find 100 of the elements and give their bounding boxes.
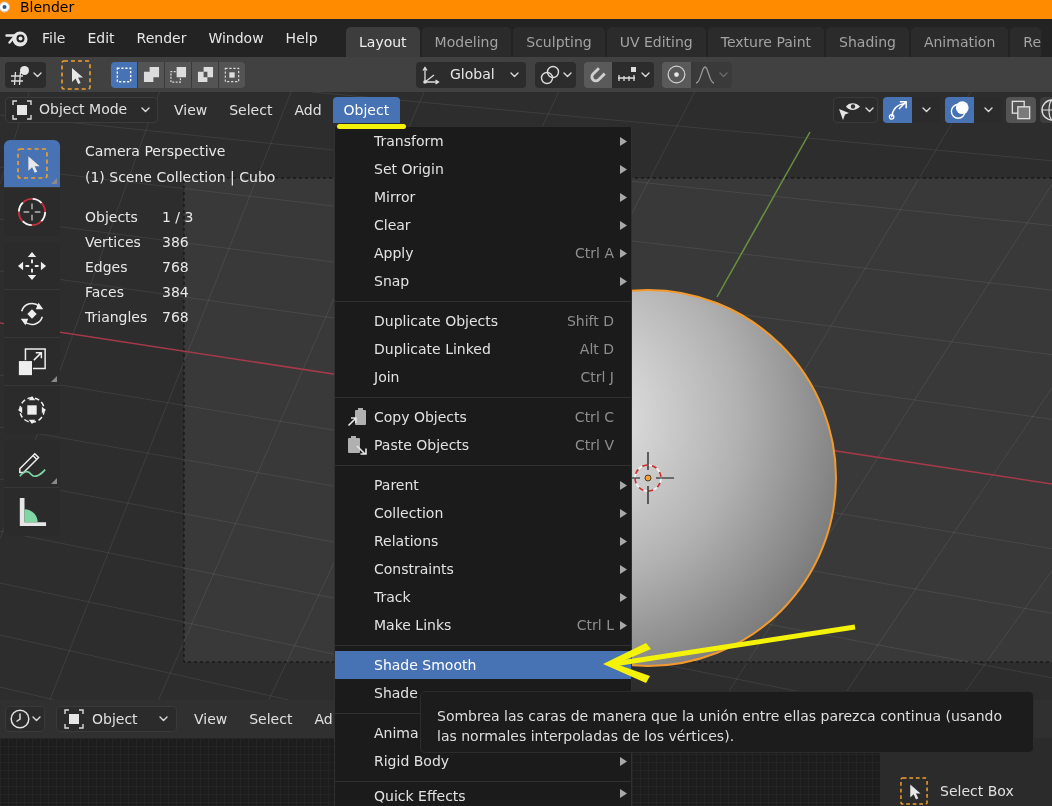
selectability-dropdown[interactable] <box>833 96 878 123</box>
tool-button[interactable] <box>4 140 60 188</box>
shading-button[interactable] <box>1040 96 1052 123</box>
shortcut-label: Ctrl L <box>576 617 614 633</box>
menu-item[interactable]: Paste Objects Ctrl V <box>335 431 631 459</box>
overlays-toggle[interactable] <box>945 96 974 123</box>
menu-button[interactable]: Ad <box>314 709 333 729</box>
selection-mode-button[interactable] <box>111 61 137 88</box>
menu-button[interactable]: File <box>31 28 77 48</box>
tooltip-text: Sombrea las caras de manera que la unión entre ellas parezca continua (usando las normales interpoladas de los vértices). <box>437 707 1003 746</box>
menu-item[interactable]: Join Ctrl J <box>335 363 631 391</box>
stat-value: 768 <box>162 308 189 327</box>
menu-item[interactable]: Make Links Ctrl L <box>335 611 631 639</box>
chevron-icon <box>719 71 728 78</box>
menu-item[interactable]: Collection <box>335 499 631 527</box>
menu-item[interactable]: Track <box>335 583 631 611</box>
menu-button[interactable]: View <box>163 96 219 123</box>
dashed-square-icon <box>116 66 132 83</box>
shortcut-label: Alt D <box>579 341 614 357</box>
stat-value: 1 / 3 <box>162 208 194 227</box>
object-square-icon <box>12 99 32 120</box>
stat-value: 384 <box>162 283 189 302</box>
snap-target-dropdown[interactable] <box>612 61 654 88</box>
chevron-icon <box>510 71 519 78</box>
menu-item[interactable]: Relations <box>335 527 631 555</box>
origin-dot-icon <box>644 474 652 482</box>
chevron-icon <box>921 106 931 113</box>
workspace-tab[interactable]: UV Editing <box>606 27 706 57</box>
stat-value: 386 <box>162 233 189 252</box>
clock-icon <box>9 709 30 729</box>
menu-item[interactable]: Mirror <box>335 183 631 211</box>
app-icon <box>0 1 11 13</box>
overlapping-circles-icon <box>949 99 970 120</box>
transform-icon <box>17 395 47 425</box>
menu-button[interactable]: Edit <box>76 28 126 48</box>
orientation-dropdown[interactable]: Global <box>416 61 526 88</box>
menu-button[interactable]: View <box>194 709 228 729</box>
menu-button[interactable]: Object <box>332 96 401 123</box>
object-dropdown[interactable]: Object <box>56 706 177 732</box>
object-square-icon <box>64 709 84 729</box>
workspace-tab[interactable]: Re <box>1010 27 1041 57</box>
workspace-tab[interactable]: Shading <box>826 27 909 57</box>
workspace-tab[interactable]: Layout <box>346 27 420 57</box>
increment-icon <box>616 66 637 83</box>
menu-item[interactable]: Snap <box>335 267 631 295</box>
squares-subtract-icon <box>169 66 187 83</box>
clipboard-arrow-icon <box>346 407 367 427</box>
chevron-icon <box>864 106 874 113</box>
proportional-editing-toggle[interactable] <box>662 61 691 88</box>
menu-item[interactable]: Shade Smooth <box>335 651 631 679</box>
chevron-icon <box>983 106 993 113</box>
stat-label: Triangles <box>85 308 149 327</box>
menu-item[interactable]: Constraints <box>335 555 631 583</box>
menu-item[interactable]: Clear <box>335 211 631 239</box>
menu-button[interactable]: Select <box>249 709 293 729</box>
menu-item[interactable]: Transform <box>335 127 631 155</box>
annotation-underline <box>337 124 406 129</box>
curve-arrow-icon <box>887 99 908 120</box>
selection-mode-button[interactable] <box>219 61 245 88</box>
chevron-icon <box>141 106 150 113</box>
overlapping-squares-icon <box>1011 99 1031 120</box>
menu-item[interactable]: Apply Ctrl A <box>335 239 631 267</box>
menu-item[interactable]: Copy Objects Ctrl C <box>335 403 631 431</box>
workspace-tab[interactable]: Animation <box>910 27 1009 57</box>
menu-item[interactable]: Set Origin <box>335 155 631 183</box>
pivot-dropdown[interactable] <box>535 61 576 88</box>
editor-type-dropdown[interactable] <box>5 706 45 732</box>
menu-button[interactable]: Help <box>274 28 329 48</box>
menu-item[interactable]: Parent <box>335 471 631 499</box>
selection-mode-button[interactable] <box>165 61 191 88</box>
menu-item[interactable]: Duplicate Linked Alt D <box>335 335 631 363</box>
shortcut-label: Ctrl A <box>575 245 614 261</box>
workspace-tab[interactable]: Texture Paint <box>707 27 825 57</box>
grid-sphere-icon <box>9 64 30 85</box>
chevron-icon <box>32 71 42 78</box>
selection-mode-button[interactable] <box>138 61 164 88</box>
chevron-icon <box>562 71 572 78</box>
menu-item[interactable]: Duplicate Objects Shift D <box>335 307 631 335</box>
select-box-icon[interactable] <box>61 59 91 90</box>
selection-mode-button[interactable] <box>192 61 218 88</box>
active-tool-name: Select Box <box>940 781 1014 801</box>
menu-button[interactable]: Window <box>197 28 275 48</box>
gizmo-toggle[interactable] <box>883 96 912 123</box>
stat-label: Faces <box>85 283 125 302</box>
snap-toggle[interactable] <box>584 61 612 88</box>
stat-label: Vertices <box>85 233 142 252</box>
menu-button[interactable]: Add <box>283 96 333 123</box>
mode-dropdown[interactable]: Object Mode <box>5 96 158 123</box>
menu-item[interactable]: Quick Effects <box>335 787 631 806</box>
squares-intersect-icon <box>224 66 240 83</box>
xray-toggle[interactable] <box>1006 96 1036 123</box>
workspace-tab[interactable]: Modeling <box>421 27 512 57</box>
options-dropdown[interactable] <box>5 61 46 88</box>
menu-button[interactable]: Select <box>218 96 284 123</box>
bell-curve-icon <box>695 65 715 84</box>
axes-icon <box>421 64 441 85</box>
window-title: Blender <box>20 0 75 15</box>
falloff-dropdown[interactable] <box>691 61 732 88</box>
menu-button[interactable]: Render <box>125 28 198 48</box>
workspace-tab[interactable]: Sculpting <box>513 27 605 57</box>
